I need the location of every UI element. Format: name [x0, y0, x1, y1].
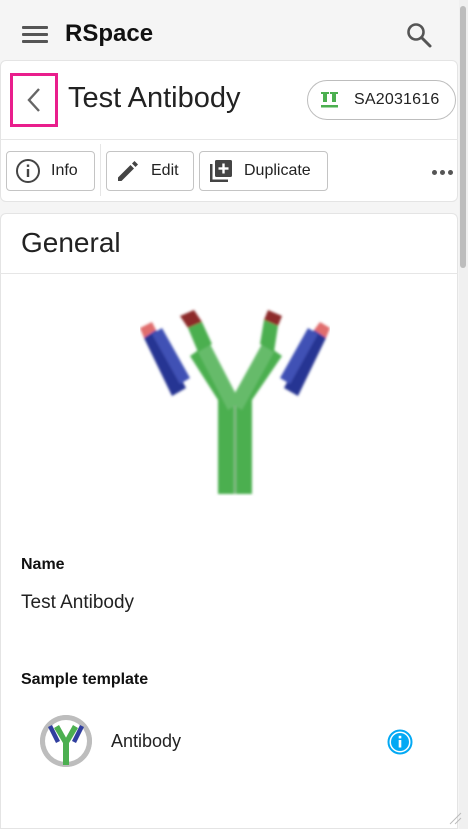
template-avatar[interactable] [40, 715, 92, 767]
section-title: General [21, 227, 121, 258]
record-title: Test Antibody [68, 82, 241, 114]
back-button[interactable] [10, 73, 58, 127]
info-button-label: Info [51, 162, 78, 179]
global-id-chip[interactable]: SA2031616 [307, 80, 456, 120]
header-divider [0, 139, 458, 140]
sample-icon [321, 92, 338, 108]
name-value: Test Antibody [21, 592, 135, 613]
info-outline-icon [16, 159, 40, 183]
edit-button[interactable]: Edit [106, 151, 194, 191]
pencil-icon [118, 161, 138, 181]
duplicate-button-label: Duplicate [244, 162, 311, 179]
template-name[interactable]: Antibody [111, 731, 181, 752]
more-horizontal-icon[interactable] [432, 170, 456, 178]
section-divider [0, 273, 458, 274]
global-id-text: SA2031616 [354, 91, 440, 108]
app-title: RSpace [65, 20, 154, 47]
info-icon[interactable] [387, 729, 413, 755]
info-button[interactable]: Info [6, 151, 95, 191]
antibody-thumbnail-icon [40, 715, 92, 767]
duplicate-button[interactable]: Duplicate [199, 151, 328, 191]
template-label: Sample template [21, 671, 149, 688]
toolbar-divider [100, 144, 101, 196]
app-bar: RSpace [0, 0, 468, 68]
chevron-left-icon [27, 88, 40, 112]
resize-handle-icon[interactable] [448, 811, 462, 825]
library-add-icon [210, 160, 232, 182]
edit-button-label: Edit [151, 162, 179, 179]
scrollbar-thumb[interactable] [460, 6, 466, 268]
name-label: Name [21, 556, 65, 573]
search-icon[interactable] [404, 20, 434, 50]
menu-icon[interactable] [22, 26, 48, 44]
antibody-image [140, 310, 330, 494]
